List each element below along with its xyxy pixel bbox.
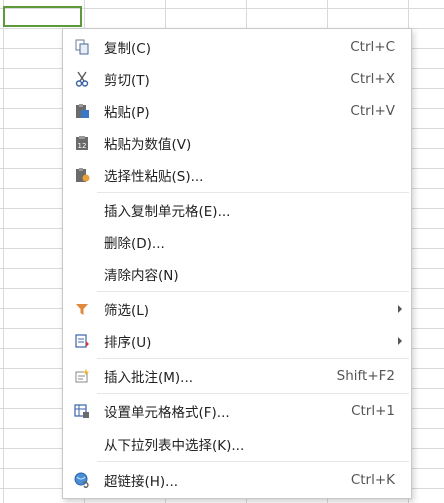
menu-item-label: 筛选(L) <box>104 303 150 319</box>
menu-item-label: 插入复制单元格(E)... <box>104 204 231 220</box>
menu-item-filter[interactable]: 筛选(L) <box>63 294 411 324</box>
menu-item-label: 排序(U) <box>104 335 152 351</box>
menu-item-label: 清除内容(N) <box>104 268 179 284</box>
menu-item-label: 从下拉列表中选择(K)... <box>104 438 245 454</box>
paste-special-icon <box>76 168 90 182</box>
menu-item-label: 插入批注(M)... <box>104 370 194 386</box>
scissors-icon <box>75 71 89 87</box>
menu-item-cut[interactable]: 剪切(T) Ctrl+X <box>63 64 411 94</box>
menu-item-clear-contents[interactable]: 清除内容(N) <box>63 259 411 289</box>
filter-icon <box>76 304 88 315</box>
menu-item-delete[interactable]: 删除(D)... <box>63 227 411 257</box>
active-cell[interactable] <box>3 6 82 27</box>
context-menu: 复制(C) Ctrl+C 剪切(T) Ctrl+X 粘贴(P) Ctrl+V 1… <box>62 28 412 499</box>
menu-item-format-cells[interactable]: 设置单元格格式(F)... Ctrl+1 <box>63 396 411 426</box>
menu-item-label: 粘贴(P) <box>104 105 150 121</box>
menu-item-shortcut: Ctrl+1 <box>351 403 395 419</box>
menu-item-label: 粘贴为数值(V) <box>104 137 192 153</box>
copy-icon <box>75 39 89 55</box>
menu-item-insert-copied-cells[interactable]: 插入复制单元格(E)... <box>63 195 411 225</box>
menu-item-shortcut: Ctrl+X <box>350 71 395 87</box>
menu-item-shortcut: Shift+F2 <box>336 368 395 384</box>
menu-item-paste[interactable]: 粘贴(P) Ctrl+V <box>63 96 411 126</box>
menu-item-hyperlink[interactable]: 超链接(H)... Ctrl+K <box>63 465 411 495</box>
menu-separator <box>97 192 409 193</box>
svg-text:12: 12 <box>78 142 87 150</box>
menu-item-label: 设置单元格格式(F)... <box>104 405 230 421</box>
menu-item-label: 删除(D)... <box>104 236 165 252</box>
paste-icon <box>76 104 89 118</box>
menu-item-copy[interactable]: 复制(C) Ctrl+C <box>63 32 411 62</box>
format-cells-icon <box>74 404 89 418</box>
menu-item-label: 超链接(H)... <box>104 474 179 490</box>
menu-item-shortcut: Ctrl+C <box>350 39 395 55</box>
menu-separator <box>97 358 409 359</box>
sort-icon <box>75 334 89 348</box>
menu-item-label: 选择性粘贴(S)... <box>104 169 204 185</box>
submenu-arrow-icon <box>398 337 402 345</box>
menu-item-shortcut: Ctrl+V <box>350 103 395 119</box>
submenu-arrow-icon <box>398 305 402 313</box>
comment-icon <box>75 369 90 383</box>
menu-item-label: 剪切(T) <box>104 73 150 89</box>
menu-item-label: 复制(C) <box>104 41 151 57</box>
hyperlink-icon <box>74 472 89 488</box>
menu-separator <box>97 393 409 394</box>
menu-item-shortcut: Ctrl+K <box>350 472 395 488</box>
menu-separator <box>97 461 409 462</box>
paste-values-icon: 12 <box>76 136 88 150</box>
menu-separator <box>97 291 409 292</box>
menu-item-paste-values[interactable]: 12 粘贴为数值(V) <box>63 128 411 158</box>
menu-item-sort[interactable]: 排序(U) <box>63 326 411 356</box>
menu-item-paste-special[interactable]: 选择性粘贴(S)... <box>63 160 411 190</box>
menu-item-pick-from-dropdown[interactable]: 从下拉列表中选择(K)... <box>63 429 411 459</box>
menu-item-insert-comment[interactable]: 插入批注(M)... Shift+F2 <box>63 361 411 391</box>
